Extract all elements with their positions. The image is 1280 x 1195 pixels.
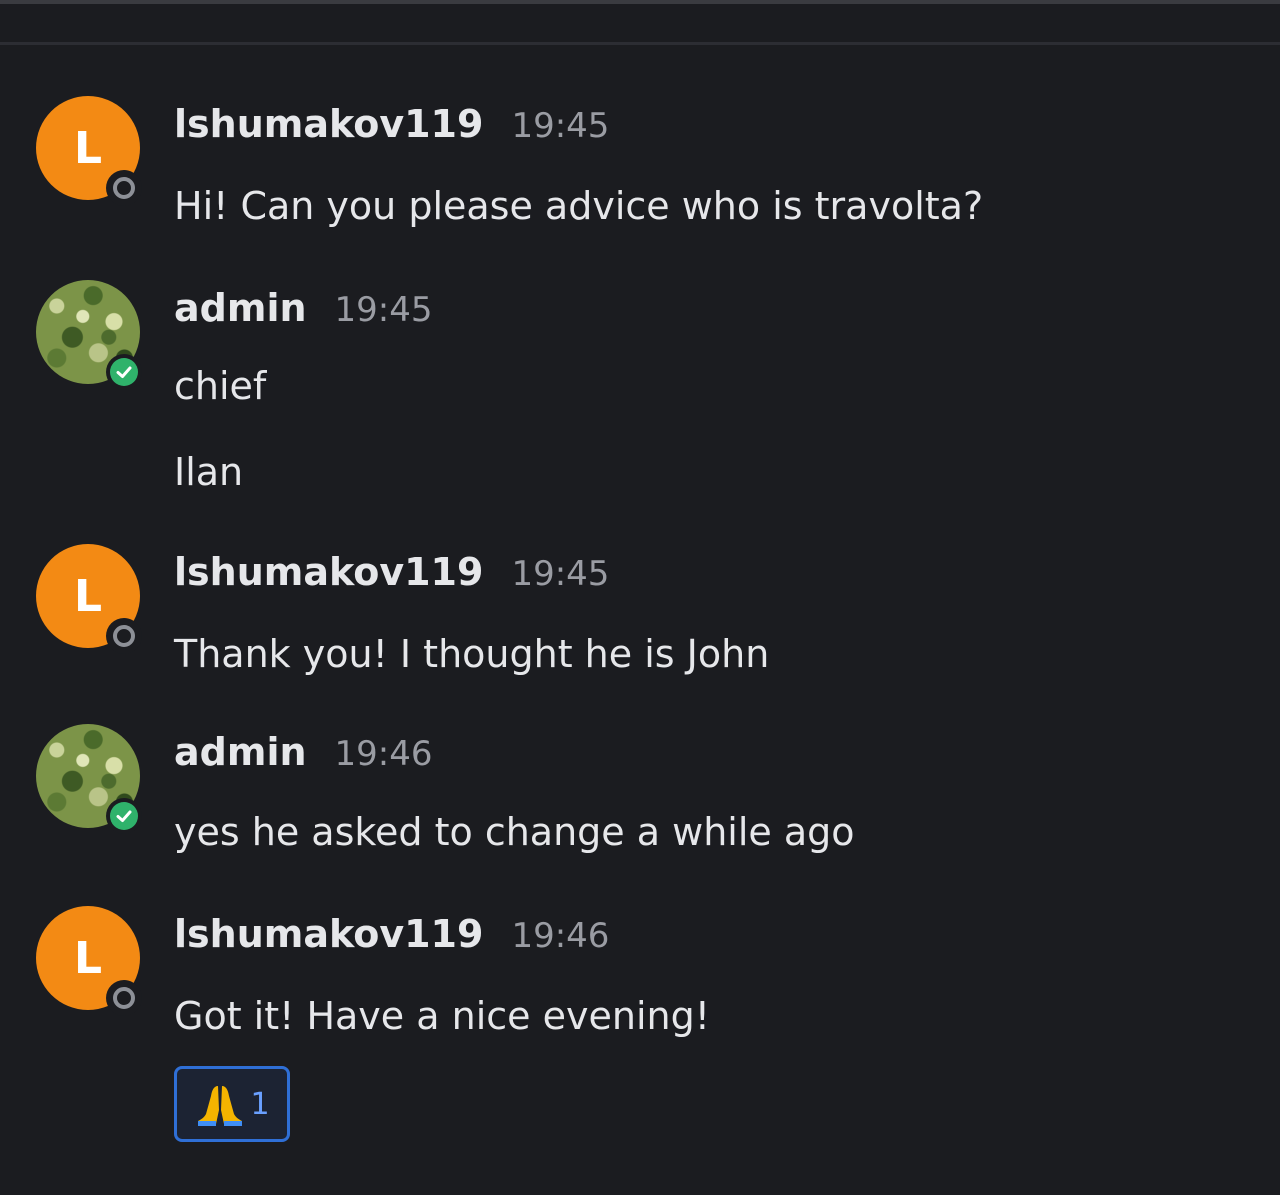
message-text: yes he asked to change a while ago <box>174 810 855 854</box>
timestamp: 19:45 <box>511 106 610 146</box>
pray-emoji-icon <box>198 1086 243 1126</box>
timestamp: 19:45 <box>511 554 610 594</box>
offline-status-icon <box>113 625 135 647</box>
message-text: Got it! Have a nice evening! <box>174 994 710 1038</box>
top-strip <box>0 0 1280 4</box>
message-text: Thank you! I thought he is John <box>174 632 770 676</box>
check-icon <box>116 810 132 822</box>
username[interactable]: lshumakov119 <box>174 550 483 594</box>
message-text: Hi! Can you please advice who is travolt… <box>174 184 984 228</box>
online-status-icon <box>110 802 138 830</box>
username[interactable]: lshumakov119 <box>174 912 483 956</box>
reaction-count: 1 <box>250 1086 270 1122</box>
status-indicator <box>106 170 142 206</box>
header-divider <box>0 42 1280 45</box>
message-header: admin 19:45 <box>174 286 433 330</box>
message-header: lshumakov119 19:45 <box>174 550 609 594</box>
message-text: Ilan <box>174 450 244 494</box>
timestamp: 19:45 <box>334 290 433 330</box>
avatar[interactable] <box>36 724 142 834</box>
username[interactable]: admin <box>174 286 307 330</box>
avatar[interactable]: L <box>36 906 142 1016</box>
avatar[interactable]: L <box>36 96 142 206</box>
message-text: chief <box>174 364 267 408</box>
username[interactable]: admin <box>174 730 307 774</box>
online-status-icon <box>110 358 138 386</box>
offline-status-icon <box>113 987 135 1009</box>
offline-status-icon <box>113 177 135 199</box>
message-header: lshumakov119 19:46 <box>174 912 609 956</box>
message-header: lshumakov119 19:45 <box>174 102 609 146</box>
avatar[interactable]: L <box>36 544 142 654</box>
status-indicator <box>106 618 142 654</box>
username[interactable]: lshumakov119 <box>174 102 483 146</box>
status-indicator <box>106 980 142 1016</box>
status-indicator <box>106 798 142 834</box>
avatar[interactable] <box>36 280 142 390</box>
timestamp: 19:46 <box>511 916 610 956</box>
timestamp: 19:46 <box>334 734 433 774</box>
status-indicator <box>106 354 142 390</box>
message-header: admin 19:46 <box>174 730 433 774</box>
reaction-button[interactable]: 1 <box>174 1066 290 1142</box>
check-icon <box>116 366 132 378</box>
